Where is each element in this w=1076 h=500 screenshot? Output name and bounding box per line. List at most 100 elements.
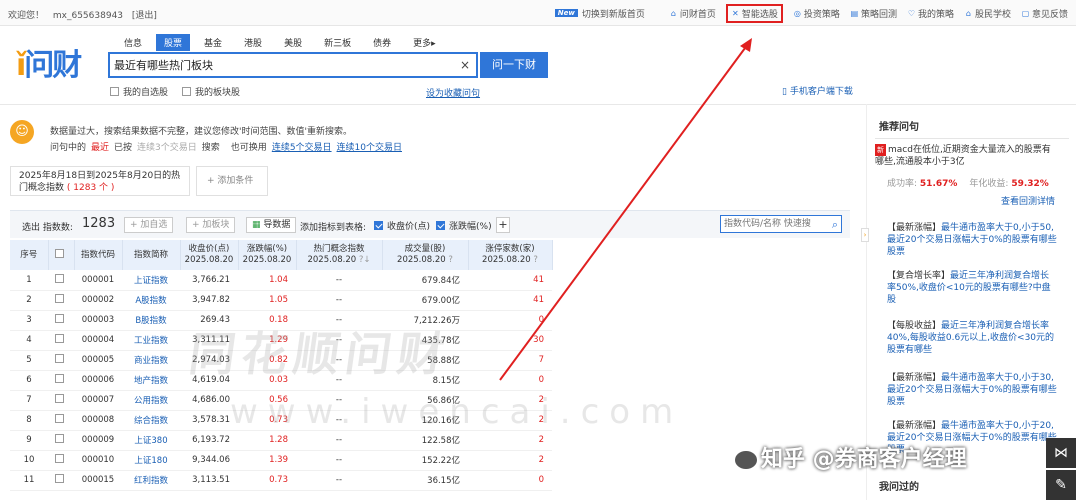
- col-code[interactable]: 指数代码: [74, 240, 123, 270]
- tab-info[interactable]: 信息: [116, 34, 150, 51]
- add-condition-button[interactable]: + 添加条件: [196, 166, 268, 196]
- table-cell: 2: [10, 290, 48, 311]
- index-name-link[interactable]: A股指数: [122, 290, 180, 311]
- tab-bonds[interactable]: 债券: [365, 34, 399, 51]
- recommend-item[interactable]: 【最新涨幅】最牛通市盈率大于0,小于30,最近20个交易日涨幅大于0%的股票有哪…: [887, 372, 1057, 408]
- logout-link[interactable]: [退出]: [132, 11, 157, 21]
- index-name-link[interactable]: 红利指数: [122, 470, 180, 491]
- index-name-link[interactable]: 地产指数: [122, 370, 180, 391]
- collapse-icon[interactable]: ›: [861, 228, 869, 242]
- index-name-link[interactable]: 商业指数: [122, 350, 180, 371]
- sort-icon[interactable]: ?↓: [359, 255, 371, 265]
- recommend-item[interactable]: 【复合增长率】最近三年净利润复合增长率50%,收盘价<10元的股票有哪些?中盘股: [887, 270, 1057, 306]
- table-cell: --: [296, 270, 382, 291]
- quick-search-input[interactable]: [721, 216, 821, 232]
- col-seq[interactable]: 序号: [10, 240, 49, 270]
- checkbox-icon: [54, 414, 64, 423]
- tab-funds[interactable]: 基金: [196, 34, 230, 51]
- col-close[interactable]: 收盘价(点) 2025.08.20: [180, 240, 239, 270]
- tab-hk-stocks[interactable]: 港股: [236, 34, 270, 51]
- table-row[interactable]: 2 000002 A股指数 3,947.82 1.05 -- 679.00亿 41: [10, 290, 552, 311]
- index-name-link[interactable]: 上证指数: [122, 270, 180, 291]
- my-strategy-link[interactable]: ♡ 我的策略: [907, 7, 954, 20]
- investor-school-link[interactable]: ⌂ 股民学校: [964, 7, 1011, 20]
- table-cell: 7: [10, 390, 48, 411]
- table-row[interactable]: 11 000015 红利指数 3,113.51 0.73 -- 36.15亿 0: [10, 470, 552, 491]
- search-icon[interactable]: ⌕: [832, 218, 838, 232]
- edit-icon[interactable]: ✎: [1046, 470, 1076, 500]
- row-checkbox[interactable]: [48, 310, 74, 331]
- table-cell: 9: [10, 430, 48, 451]
- col-volume[interactable]: 成交量(股) 2025.08.20 ?: [382, 240, 469, 270]
- table-cell: 679.84亿: [382, 270, 468, 291]
- table-cell: 0: [468, 310, 552, 331]
- row-checkbox[interactable]: [48, 410, 74, 431]
- investment-strategy-link[interactable]: ◎ 投资策略: [793, 7, 840, 20]
- alt-10day-link[interactable]: 连续10个交易日: [337, 143, 402, 153]
- table-row[interactable]: 1 000001 上证指数 3,766.21 1.04 -- 679.84亿 41: [10, 270, 552, 291]
- table-cell: 000002: [74, 290, 122, 311]
- help-icon[interactable]: ?: [533, 255, 538, 265]
- search-input[interactable]: [110, 54, 450, 76]
- wencai-logo[interactable]: ǐ问财: [16, 40, 82, 84]
- col-name[interactable]: 指数简称: [122, 240, 181, 270]
- tab-more[interactable]: 更多▸: [405, 34, 444, 51]
- tab-stocks[interactable]: 股票: [156, 34, 191, 51]
- add-column-button[interactable]: +: [496, 217, 510, 233]
- close-column-checkbox[interactable]: 收盘价(点): [374, 219, 430, 232]
- row-checkbox[interactable]: [48, 470, 74, 491]
- add-watchlist-button[interactable]: + 加自选: [124, 217, 174, 233]
- table-cell: 1.28: [238, 430, 296, 451]
- index-name-link[interactable]: B股指数: [122, 310, 180, 331]
- col-change[interactable]: 涨跌幅(%) 2025.08.20: [238, 240, 297, 270]
- recommend-item[interactable]: 【每股收益】最近三年净利润复合增长率40%,每股收益0.6元以上,收盘价<30元…: [887, 320, 1057, 356]
- table-cell: 30: [468, 330, 552, 351]
- index-name-link[interactable]: 上证180: [122, 450, 180, 471]
- row-checkbox[interactable]: [48, 450, 74, 471]
- table-cell: 2: [468, 450, 552, 471]
- index-name-link[interactable]: 公用指数: [122, 390, 180, 411]
- tab-us-stocks[interactable]: 美股: [276, 34, 310, 51]
- table-row[interactable]: 10 000010 上证180 9,344.06 1.39 -- 152.22亿 2: [10, 450, 552, 471]
- wencai-home-link[interactable]: ⌂ 问财首页: [669, 7, 716, 20]
- result-toolbar: 选出 指数数: 1283 + 加自选 + 加板块 ▦ 导数据 添加指标到表格: …: [10, 210, 850, 238]
- share-icon[interactable]: ⋈: [1046, 438, 1076, 468]
- add-sector-button[interactable]: + 加板块: [186, 217, 236, 233]
- row-checkbox[interactable]: [48, 370, 74, 391]
- recommend-item[interactable]: 【最新涨幅】最牛通市盈率大于0,小于50,最近20个交易日涨幅大于0%的股票有哪…: [887, 222, 1057, 258]
- checkbox-icon: [54, 294, 64, 303]
- row-checkbox[interactable]: [48, 330, 74, 351]
- row-checkbox[interactable]: [48, 430, 74, 451]
- row-checkbox[interactable]: [48, 350, 74, 371]
- backtest-detail-link[interactable]: 查看回测详情: [1001, 194, 1055, 207]
- table-cell: 000015: [74, 470, 122, 491]
- help-icon[interactable]: ?: [448, 255, 453, 265]
- smart-stock-pick-link[interactable]: ✕ 智能选股: [725, 3, 783, 23]
- my-sectors-checkbox[interactable]: 我的板块股: [182, 85, 240, 98]
- change-column-checkbox[interactable]: 涨跌幅(%): [436, 219, 492, 232]
- index-name-link[interactable]: 综合指数: [122, 410, 180, 431]
- switch-new-home-link[interactable]: 切换到新版首页: [582, 7, 645, 20]
- index-name-link[interactable]: 上证380: [122, 430, 180, 451]
- tab-neeq[interactable]: 新三板: [316, 34, 359, 51]
- feedback-link[interactable]: ▢ 意见反馈: [1021, 7, 1068, 20]
- col-hot-concept[interactable]: 热门概念指数 2025.08.20 ?↓: [296, 240, 383, 270]
- recommend-question-1[interactable]: 新 macd在低位,近期资金大量流入的股票有哪些,流通股本小于3亿: [875, 144, 1055, 168]
- col-limit-up[interactable]: 涨停家数(家) 2025.08.20 ?: [468, 240, 553, 270]
- row-checkbox[interactable]: [48, 390, 74, 411]
- col-select-all[interactable]: [48, 240, 75, 270]
- row-checkbox[interactable]: [48, 290, 74, 311]
- ask-button[interactable]: 问一下财: [480, 52, 548, 78]
- clear-icon[interactable]: ×: [460, 58, 470, 72]
- strategy-backtest-link[interactable]: ▤ 策略回测: [850, 7, 897, 20]
- export-data-button[interactable]: ▦ 导数据: [246, 217, 297, 233]
- condition-range[interactable]: 2025年8月18日到2025年8月20日的热门概念指数 ( 1283 个 ): [10, 166, 190, 196]
- index-name-link[interactable]: 工业指数: [122, 330, 180, 351]
- save-question-link[interactable]: 设为收藏问句: [426, 86, 480, 99]
- row-checkbox[interactable]: [48, 270, 74, 291]
- my-stocks-checkbox[interactable]: 我的自选股: [110, 85, 168, 98]
- alt-5day-link[interactable]: 连续5个交易日: [272, 143, 332, 153]
- mobile-download-link[interactable]: ▯ 手机客户端下载: [782, 84, 853, 97]
- add-column-label: 添加指标到表格:: [300, 223, 367, 233]
- table-row[interactable]: 9 000009 上证380 6,193.72 1.28 -- 122.58亿 2: [10, 430, 552, 451]
